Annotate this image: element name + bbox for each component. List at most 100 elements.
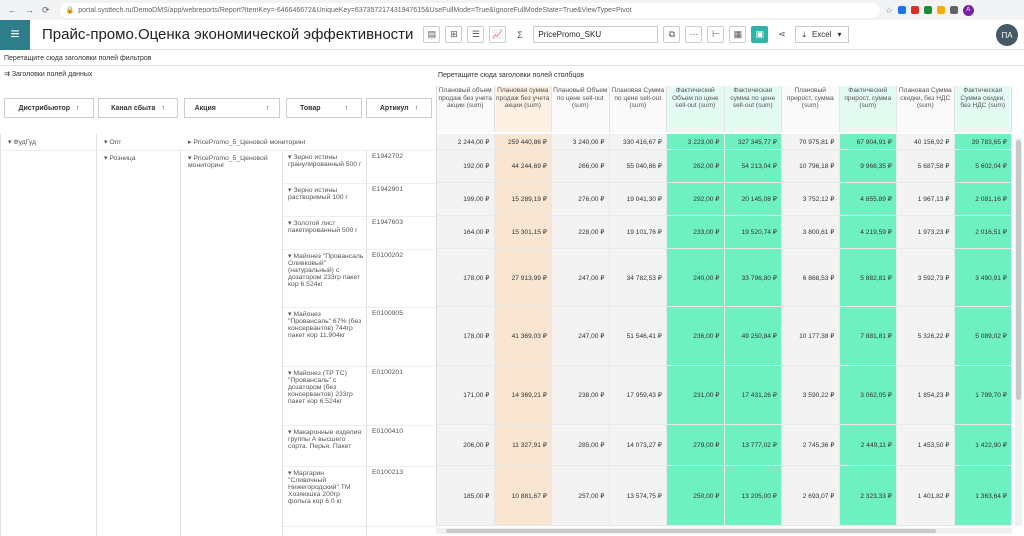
data-cell[interactable]: 14 369,21 ₽ xyxy=(494,366,552,425)
grid-icon[interactable]: ▦ xyxy=(729,26,747,43)
data-cell[interactable]: 13 205,00 ₽ xyxy=(724,466,782,526)
data-cell[interactable]: 2 323,33 ₽ xyxy=(839,466,897,526)
column-header[interactable]: Фактический прирост, сумма (sum) xyxy=(839,86,897,132)
extension-icon[interactable] xyxy=(897,6,906,14)
column-header[interactable]: Плановый прирост, сумма (sum) xyxy=(782,86,840,132)
row-header-distributor[interactable]: Дистрибьютор ↑ xyxy=(4,98,94,118)
data-cell[interactable]: 15 301,15 ₽ xyxy=(494,216,552,249)
data-cell[interactable]: 199,00 ₽ xyxy=(437,183,495,216)
data-cell[interactable]: 5 882,81 ₽ xyxy=(839,249,897,307)
calendar-icon[interactable]: ▤ xyxy=(423,26,441,43)
address-bar[interactable]: 🔒 portal.systtech.ru/DemoDMS/app/webrepo… xyxy=(59,2,880,18)
data-cell[interactable]: 44 244,69 ₽ xyxy=(494,150,552,183)
tree-product[interactable]: ▾ Майонез (ТР ТС) "Провансаль" с дозатор… xyxy=(288,369,364,405)
data-cell[interactable]: 192,00 ₽ xyxy=(437,150,495,183)
data-cell[interactable]: 10 177,38 ₽ xyxy=(782,307,840,366)
data-cell[interactable]: 40 156,92 ₽ xyxy=(897,134,955,150)
data-cell[interactable]: 2 081,16 ₽ xyxy=(954,183,1012,216)
data-cell[interactable]: 5 687,58 ₽ xyxy=(897,150,955,183)
scroll-thumb[interactable] xyxy=(1016,140,1021,400)
column-header[interactable]: Фактический Объем по цене sell-out (sum) xyxy=(667,86,725,132)
data-cell[interactable]: 276,00 ₽ xyxy=(552,183,610,216)
data-cell[interactable]: 54 213,04 ₽ xyxy=(724,150,782,183)
pivot-view-icon[interactable]: ▣ xyxy=(751,26,769,43)
data-cell[interactable]: 250,00 ₽ xyxy=(667,466,725,526)
data-fields-area[interactable]: ⇉ Заголовки полей данных xyxy=(0,70,92,78)
copy-icon[interactable]: ⧉ xyxy=(663,26,681,43)
data-cell[interactable]: 259 440,86 ₽ xyxy=(494,134,552,150)
tree-product[interactable]: ▾ Зерно истины гранулированный 500 г xyxy=(288,153,364,168)
data-cell[interactable]: 27 913,99 ₽ xyxy=(494,249,552,307)
data-cell[interactable]: 238,00 ₽ xyxy=(552,366,610,425)
data-cell[interactable]: 55 040,86 ₽ xyxy=(609,150,667,183)
data-cell[interactable]: 49 250,84 ₽ xyxy=(724,307,782,366)
data-cell[interactable]: 292,00 ₽ xyxy=(667,183,725,216)
data-cell[interactable]: 2 745,36 ₽ xyxy=(782,425,840,466)
column-header[interactable]: Плановая сумма продаж без учета акции (s… xyxy=(494,86,552,132)
data-cell[interactable]: 185,00 ₽ xyxy=(437,466,495,526)
data-cell[interactable]: 19 101,76 ₽ xyxy=(609,216,667,249)
back-icon[interactable]: ← xyxy=(8,5,17,16)
data-cell[interactable]: 9 968,35 ₽ xyxy=(839,150,897,183)
tree-channel-retail[interactable]: ▾ Розница xyxy=(104,154,174,162)
data-cell[interactable]: 39 783,65 ₽ xyxy=(954,134,1012,150)
data-cell[interactable]: 14 073,27 ₽ xyxy=(609,425,667,466)
data-cell[interactable]: 206,00 ₽ xyxy=(437,425,495,466)
row-header-product[interactable]: Товар ↑ xyxy=(286,98,362,118)
data-cell[interactable]: 330 416,67 ₽ xyxy=(609,134,667,150)
data-cell[interactable]: 233,00 ₽ xyxy=(667,216,725,249)
row-header-promo[interactable]: Акция ↑ xyxy=(184,98,280,118)
hierarchy-icon[interactable]: ⊢ xyxy=(707,26,725,43)
tree-product[interactable]: ▾ Майонез "Провансаль Оливковый" (натура… xyxy=(288,252,364,288)
column-header[interactable]: Фактическая Сумма скидки, без НДС (sum) xyxy=(954,86,1012,132)
data-cell[interactable]: 7 881,81 ₽ xyxy=(839,307,897,366)
data-cell[interactable]: 34 782,53 ₽ xyxy=(609,249,667,307)
tree-product[interactable]: ▾ Золотой лист пакетированный 500 г xyxy=(288,219,364,234)
reload-icon[interactable]: ⟳ xyxy=(42,5,50,16)
puzzle-icon[interactable] xyxy=(949,6,958,14)
data-cell[interactable]: 19 041,30 ₽ xyxy=(609,183,667,216)
data-cell[interactable]: 228,00 ₽ xyxy=(552,216,610,249)
data-cell[interactable]: 178,00 ₽ xyxy=(437,307,495,366)
data-cell[interactable]: 13 574,75 ₽ xyxy=(609,466,667,526)
data-cell[interactable]: 1 453,50 ₽ xyxy=(897,425,955,466)
data-cell[interactable]: 20 145,08 ₽ xyxy=(724,183,782,216)
more-icon[interactable]: ⋯ xyxy=(685,26,703,43)
data-cell[interactable]: 3 800,61 ₽ xyxy=(782,216,840,249)
data-cell[interactable]: 3 240,00 ₽ xyxy=(552,134,610,150)
tree-product[interactable]: ▾ Зерно истины растворимый 100 г xyxy=(288,186,364,201)
forward-icon[interactable]: → xyxy=(25,5,34,16)
data-cell[interactable]: 262,00 ₽ xyxy=(667,150,725,183)
data-cell[interactable]: 266,00 ₽ xyxy=(552,150,610,183)
data-cell[interactable]: 33 796,80 ₽ xyxy=(724,249,782,307)
data-cell[interactable]: 285,00 ₽ xyxy=(552,425,610,466)
data-cell[interactable]: 51 546,41 ₽ xyxy=(609,307,667,366)
data-cell[interactable]: 13 777,02 ₽ xyxy=(724,425,782,466)
row-header-channel[interactable]: Канал сбыта ↑ xyxy=(98,98,178,118)
tree-distributor[interactable]: ▾ ФудГуд xyxy=(8,138,88,146)
report-select[interactable]: PricePromo_SKU xyxy=(533,26,659,43)
scroll-thumb[interactable] xyxy=(446,529,936,533)
data-cell[interactable]: 67 904,91 ₽ xyxy=(839,134,897,150)
sum-icon[interactable]: Σ xyxy=(511,26,529,43)
tree-product[interactable]: ▾ Макаронные изделия группы А высшего со… xyxy=(288,428,364,450)
data-cell[interactable]: 10 881,67 ₽ xyxy=(494,466,552,526)
data-cell[interactable]: 19 520,74 ₽ xyxy=(724,216,782,249)
extension-icon[interactable] xyxy=(923,6,932,14)
excel-export-button[interactable]: ⤓ Excel ▾ xyxy=(795,26,849,43)
horizontal-scrollbar[interactable] xyxy=(436,528,1012,534)
data-cell[interactable]: 2 244,00 ₽ xyxy=(437,134,495,150)
data-cell[interactable]: 240,00 ₽ xyxy=(667,249,725,307)
data-cell[interactable]: 1 422,90 ₽ xyxy=(954,425,1012,466)
data-cell[interactable]: 247,00 ₽ xyxy=(552,249,610,307)
data-cell[interactable]: 279,00 ₽ xyxy=(667,425,725,466)
data-cell[interactable]: 3 490,91 ₽ xyxy=(954,249,1012,307)
data-cell[interactable]: 3 752,12 ₽ xyxy=(782,183,840,216)
column-header[interactable]: Плановая Сумма по цене sell-out (sum) xyxy=(609,86,667,132)
data-cell[interactable]: 3 592,73 ₽ xyxy=(897,249,955,307)
list-filter-icon[interactable]: ☰ xyxy=(467,26,485,43)
row-header-sku[interactable]: Артикул ↑ xyxy=(366,98,432,118)
data-cell[interactable]: 164,00 ₽ xyxy=(437,216,495,249)
menu-icon[interactable]: ≡ xyxy=(0,19,30,50)
data-cell[interactable]: 5 602,04 ₽ xyxy=(954,150,1012,183)
